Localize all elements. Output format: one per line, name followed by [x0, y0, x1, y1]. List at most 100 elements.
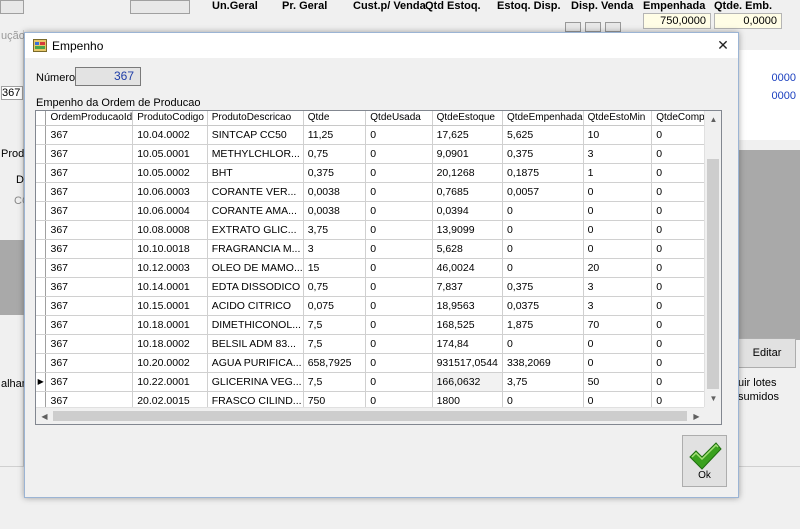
- table-cell[interactable]: 0: [365, 201, 433, 221]
- table-cell[interactable]: 0,75: [303, 144, 367, 164]
- col-header-produtocodigo[interactable]: ProdutoCodigo: [132, 111, 208, 126]
- table-cell[interactable]: 0: [583, 220, 653, 240]
- table-cell[interactable]: BHT: [207, 163, 304, 183]
- table-cell[interactable]: 0,375: [303, 163, 367, 183]
- table-cell[interactable]: EDTA DISSODICO: [207, 277, 304, 297]
- table-cell[interactable]: 0,375: [502, 277, 584, 297]
- scroll-right-icon[interactable]: ▶: [688, 408, 705, 424]
- table-cell[interactable]: 367: [45, 220, 134, 240]
- row-header[interactable]: [36, 144, 47, 164]
- table-cell[interactable]: 174,84: [432, 334, 503, 354]
- table-cell[interactable]: 367: [45, 353, 134, 373]
- table-row[interactable]: 367 10.08.0008 EXTRATO GLIC... 3,75 0 13,9099…: [36, 220, 721, 240]
- table-cell[interactable]: 0: [583, 334, 653, 354]
- table-cell[interactable]: 10.04.0002: [132, 125, 208, 145]
- table-cell[interactable]: 367: [45, 334, 134, 354]
- scroll-thumb[interactable]: [53, 411, 687, 421]
- table-row[interactable]: 367 10.18.0001 DIMETHICONOL... 7,5 0 168,525 1…: [36, 315, 721, 335]
- row-header[interactable]: [36, 277, 47, 297]
- table-cell[interactable]: 168,525: [432, 315, 503, 335]
- table-row[interactable]: 367 10.06.0003 CORANTE VER... 0,0038 0 0,7685…: [36, 182, 721, 202]
- table-cell[interactable]: 367: [45, 182, 134, 202]
- table-cell[interactable]: 18,9563: [432, 296, 503, 316]
- table-cell[interactable]: GLICERINA VEG...: [207, 372, 304, 392]
- table-cell[interactable]: 0: [365, 315, 433, 335]
- close-button[interactable]: ✕: [712, 35, 734, 55]
- col-header-qtdeestoque[interactable]: QtdeEstoque: [432, 111, 503, 126]
- table-cell[interactable]: DIMETHICONOL...: [207, 315, 304, 335]
- table-cell[interactable]: 3: [303, 239, 367, 259]
- table-cell[interactable]: 3: [583, 277, 653, 297]
- table-row[interactable]: 367 10.05.0001 METHYLCHLOR... 0,75 0 9,0901 0,…: [36, 144, 721, 164]
- row-header[interactable]: [36, 239, 47, 259]
- table-cell[interactable]: AGUA PURIFICA...: [207, 353, 304, 373]
- table-cell[interactable]: 0: [365, 258, 433, 278]
- table-cell[interactable]: 10.18.0001: [132, 315, 208, 335]
- table-cell[interactable]: 15: [303, 258, 367, 278]
- table-row[interactable]: 367 10.06.0004 CORANTE AMA... 0,0038 0 0,0394…: [36, 201, 721, 221]
- table-row[interactable]: 367 10.14.0001 EDTA DISSODICO 0,75 0 7,837 0,3…: [36, 277, 721, 297]
- table-cell[interactable]: ACIDO CITRICO: [207, 296, 304, 316]
- table-cell[interactable]: 0: [365, 353, 433, 373]
- table-cell[interactable]: CORANTE AMA...: [207, 201, 304, 221]
- table-cell[interactable]: 3: [583, 296, 653, 316]
- table-row[interactable]: 367 10.15.0001 ACIDO CITRICO 0,075 0 18,9563 0…: [36, 296, 721, 316]
- table-cell[interactable]: 367: [45, 296, 134, 316]
- row-header[interactable]: [36, 296, 47, 316]
- table-cell[interactable]: 10.06.0004: [132, 201, 208, 221]
- table-cell[interactable]: 10: [583, 125, 653, 145]
- table-cell[interactable]: 0,75: [303, 277, 367, 297]
- table-cell[interactable]: 367: [45, 258, 134, 278]
- table-cell[interactable]: 166,0632: [432, 372, 503, 392]
- table-cell[interactable]: 931517,0544: [432, 353, 503, 373]
- table-cell[interactable]: 367: [45, 239, 134, 259]
- table-cell[interactable]: 0: [583, 353, 653, 373]
- table-cell[interactable]: 0: [502, 334, 584, 354]
- table-cell[interactable]: 3,75: [502, 372, 584, 392]
- table-cell[interactable]: 0: [365, 334, 433, 354]
- table-cell[interactable]: 10.20.0002: [132, 353, 208, 373]
- col-header-ordemproducaoid[interactable]: OrdemProducaoId: [45, 111, 134, 126]
- table-cell[interactable]: 0: [583, 201, 653, 221]
- table-cell[interactable]: 3,75: [303, 220, 367, 240]
- table-cell[interactable]: 10.08.0008: [132, 220, 208, 240]
- scroll-left-icon[interactable]: ◀: [36, 408, 53, 424]
- table-cell[interactable]: 9,0901: [432, 144, 503, 164]
- ok-button[interactable]: Ok: [682, 435, 727, 487]
- table-cell[interactable]: 7,5: [303, 372, 367, 392]
- scroll-down-icon[interactable]: ▼: [705, 390, 721, 407]
- table-cell[interactable]: 10.12.0003: [132, 258, 208, 278]
- table-cell[interactable]: 0,375: [502, 144, 584, 164]
- scroll-thumb[interactable]: [707, 159, 719, 389]
- table-cell[interactable]: 11,25: [303, 125, 367, 145]
- col-header-qtdeestomin[interactable]: QtdeEstoMin: [583, 111, 653, 126]
- col-header-qtdeempenhada[interactable]: QtdeEmpenhada: [502, 111, 584, 126]
- table-cell[interactable]: 0,0057: [502, 182, 584, 202]
- table-cell[interactable]: 7,5: [303, 334, 367, 354]
- col-header-qtde[interactable]: Qtde: [303, 111, 367, 126]
- table-cell[interactable]: 20,1268: [432, 163, 503, 183]
- table-cell[interactable]: 10.15.0001: [132, 296, 208, 316]
- table-cell[interactable]: 0: [583, 239, 653, 259]
- editar-button[interactable]: Editar: [738, 338, 796, 368]
- table-row[interactable]: ▶ 367 10.22.0001 GLICERINA VEG... 7,5 0 166,06…: [36, 372, 721, 392]
- table-cell[interactable]: 10.06.0003: [132, 182, 208, 202]
- table-cell[interactable]: 0,075: [303, 296, 367, 316]
- table-cell[interactable]: 3: [583, 144, 653, 164]
- table-cell[interactable]: 0: [365, 220, 433, 240]
- row-header[interactable]: [36, 220, 47, 240]
- row-header[interactable]: [36, 182, 47, 202]
- row-header[interactable]: [36, 353, 47, 373]
- table-cell[interactable]: OLEO DE MAMO...: [207, 258, 304, 278]
- table-cell[interactable]: CORANTE VER...: [207, 182, 304, 202]
- table-cell[interactable]: 0: [583, 182, 653, 202]
- empenho-grid[interactable]: OrdemProducaoId ProdutoCodigo ProdutoDes…: [35, 110, 722, 425]
- col-header-produtodescricao[interactable]: ProdutoDescricao: [207, 111, 304, 126]
- table-cell[interactable]: 20: [583, 258, 653, 278]
- table-row[interactable]: 367 10.12.0003 OLEO DE MAMO... 15 0 46,0024 0 2…: [36, 258, 721, 278]
- row-header[interactable]: [36, 163, 47, 183]
- table-cell[interactable]: 13,9099: [432, 220, 503, 240]
- table-cell[interactable]: 70: [583, 315, 653, 335]
- table-cell[interactable]: 367: [45, 163, 134, 183]
- row-header[interactable]: [36, 315, 47, 335]
